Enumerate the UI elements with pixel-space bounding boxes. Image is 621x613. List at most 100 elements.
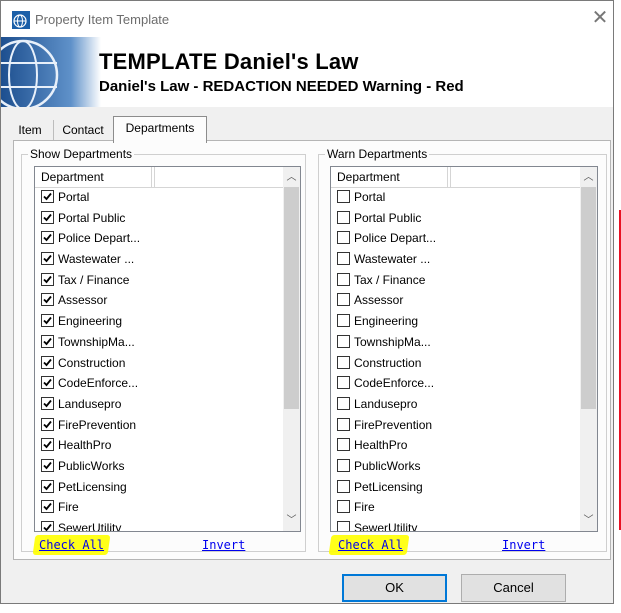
tab-item[interactable]: Item [11, 120, 49, 140]
list-item[interactable]: Portal [35, 187, 281, 208]
department-checkbox[interactable] [41, 272, 54, 286]
department-checkbox[interactable] [41, 521, 54, 531]
list-item[interactable]: TownshipMa... [331, 332, 577, 353]
list-item[interactable]: TownshipMa... [35, 332, 281, 353]
list-item[interactable]: Tax / Finance [331, 270, 577, 291]
list-item[interactable]: Landusepro [35, 394, 281, 415]
department-checkbox[interactable] [41, 252, 54, 266]
department-checkbox[interactable] [337, 376, 350, 390]
list-item[interactable]: Engineering [331, 311, 577, 332]
list-item[interactable]: Landusepro [331, 394, 577, 415]
department-checkbox[interactable] [41, 314, 54, 328]
list-item[interactable]: Police Depart... [331, 228, 577, 249]
scroll-down-arrow-icon[interactable]: ﹀ [580, 511, 597, 531]
list-item[interactable]: SewerUtility [331, 518, 577, 531]
list-item[interactable]: Assessor [331, 290, 577, 311]
department-checkbox[interactable] [337, 190, 350, 203]
department-checkbox[interactable] [41, 355, 54, 369]
department-column-header[interactable]: Department [331, 167, 448, 187]
warn-invert-link[interactable]: Invert [502, 538, 545, 552]
column-divider[interactable] [152, 167, 155, 187]
show-departments-label: Show Departments [28, 147, 135, 161]
department-checkbox[interactable] [41, 458, 54, 472]
show-departments-list[interactable]: Department Portal Portal Public Police Dep… [34, 166, 301, 532]
scroll-down-arrow-icon[interactable]: ﹀ [283, 511, 300, 531]
department-checkbox[interactable] [41, 334, 54, 348]
list-item[interactable]: SewerUtility [35, 518, 281, 531]
department-checkbox[interactable] [337, 521, 350, 531]
department-checkbox[interactable] [41, 231, 54, 245]
list-item[interactable]: CodeEnforce... [35, 373, 281, 394]
department-label: CodeEnforce... [58, 376, 139, 391]
department-checkbox[interactable] [337, 500, 350, 514]
list-item[interactable]: Wastewater ... [331, 249, 577, 270]
list-item[interactable]: PetLicensing [35, 477, 281, 498]
department-checkbox[interactable] [337, 293, 350, 307]
warn-departments-list[interactable]: Department Portal Portal Public Police Dep… [330, 166, 598, 532]
list-item[interactable]: FirePrevention [35, 415, 281, 436]
department-checkbox[interactable] [337, 272, 350, 286]
column-divider[interactable] [448, 167, 451, 187]
department-checkbox[interactable] [337, 438, 350, 452]
show-check-all-link[interactable]: Check All [39, 538, 104, 552]
tab-departments[interactable]: Departments [113, 116, 207, 143]
show-invert-link[interactable]: Invert [202, 538, 245, 552]
list-item[interactable]: Fire [331, 497, 577, 518]
list-item[interactable]: Engineering [35, 311, 281, 332]
department-checkbox[interactable] [41, 376, 54, 390]
department-checkbox[interactable] [337, 458, 350, 472]
department-checkbox[interactable] [41, 190, 54, 203]
list-item[interactable]: Construction [331, 353, 577, 374]
department-checkbox[interactable] [41, 417, 54, 431]
list-item[interactable]: Construction [35, 353, 281, 374]
department-checkbox[interactable] [337, 355, 350, 369]
checkmark-icon [43, 441, 52, 449]
list-item[interactable]: PetLicensing [331, 477, 577, 498]
scroll-up-arrow-icon[interactable]: ︿ [580, 167, 597, 187]
department-checkbox[interactable] [337, 479, 350, 493]
list-item[interactable]: Police Depart... [35, 228, 281, 249]
tab-contact[interactable]: Contact [53, 120, 112, 140]
scroll-thumb[interactable] [581, 187, 596, 409]
department-checkbox[interactable] [41, 479, 54, 493]
department-checkbox[interactable] [337, 396, 350, 410]
list-item[interactable]: PublicWorks [331, 456, 577, 477]
department-checkbox[interactable] [41, 500, 54, 514]
list-item[interactable]: CodeEnforce... [331, 373, 577, 394]
list-item[interactable]: Portal Public [331, 208, 577, 229]
ok-button[interactable]: OK [342, 574, 447, 602]
department-checkbox[interactable] [41, 438, 54, 452]
department-checkbox[interactable] [337, 417, 350, 431]
warn-check-all-link[interactable]: Check All [338, 538, 403, 552]
list-item[interactable]: Portal [331, 187, 577, 208]
list-item[interactable]: HealthPro [35, 435, 281, 456]
department-checkbox[interactable] [41, 396, 54, 410]
department-label: TownshipMa... [354, 334, 431, 349]
department-checkbox[interactable] [337, 314, 350, 328]
show-list-scrollbar[interactable]: ︿ ﹀ [283, 167, 300, 531]
department-checkbox[interactable] [337, 252, 350, 266]
list-item[interactable]: HealthPro [331, 435, 577, 456]
list-item[interactable]: Assessor [35, 290, 281, 311]
scroll-thumb[interactable] [284, 187, 299, 409]
scroll-up-arrow-icon[interactable]: ︿ [283, 167, 300, 187]
title-bar[interactable]: Property Item Template ✕ [1, 1, 613, 37]
warn-list-scrollbar[interactable]: ︿ ﹀ [580, 167, 597, 531]
list-item[interactable]: FirePrevention [331, 415, 577, 436]
department-checkbox[interactable] [337, 210, 350, 224]
close-icon[interactable]: ✕ [589, 7, 611, 29]
department-column-header[interactable]: Department [35, 167, 152, 187]
cancel-button[interactable]: Cancel [461, 574, 566, 602]
department-checkbox[interactable] [41, 293, 54, 307]
list-item[interactable]: Portal Public [35, 208, 281, 229]
list-item[interactable]: PublicWorks [35, 456, 281, 477]
list-item[interactable]: Fire [35, 497, 281, 518]
list-item[interactable]: Tax / Finance [35, 270, 281, 291]
department-label: TownshipMa... [58, 334, 135, 349]
department-checkbox[interactable] [337, 334, 350, 348]
checkmark-icon [43, 358, 52, 366]
department-checkbox[interactable] [41, 210, 54, 224]
department-label: Portal [354, 190, 386, 204]
department-checkbox[interactable] [337, 231, 350, 245]
list-item[interactable]: Wastewater ... [35, 249, 281, 270]
